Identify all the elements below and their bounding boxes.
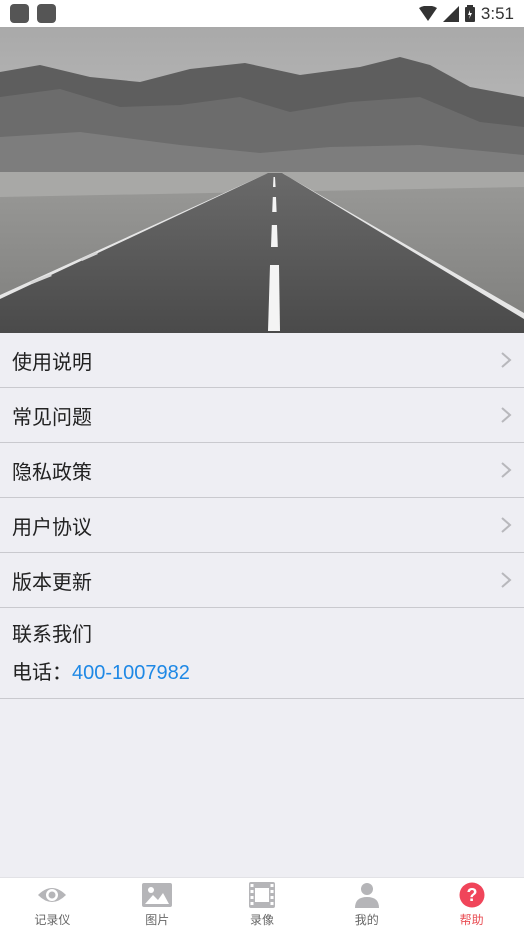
chevron-right-icon (501, 407, 512, 423)
contact-title: 联系我们 (12, 622, 92, 646)
contact-section: 联系我们 电话：400-1007982 (0, 608, 524, 699)
chevron-right-icon (501, 352, 512, 368)
eye-icon (37, 882, 67, 908)
system-icons: 3:51 (418, 3, 514, 24)
menu-item-privacy-policy[interactable]: 隐私政策 (0, 443, 524, 498)
menu-item-user-agreement[interactable]: 用户协议 (0, 498, 524, 553)
help-icon: ? (457, 882, 487, 908)
menu-item-label: 使用说明 (12, 349, 92, 374)
notification-icons (10, 4, 56, 23)
tab-videos[interactable]: 录像 (210, 878, 315, 932)
notification-icon (10, 4, 29, 23)
banner-image (0, 27, 524, 333)
svg-text:?: ? (466, 885, 477, 905)
chevron-right-icon (501, 462, 512, 478)
tab-label: 图片 (145, 913, 170, 927)
menu-item-label: 版本更新 (12, 569, 92, 594)
wifi-icon (418, 5, 437, 21)
tab-label: 我的 (354, 913, 379, 927)
chevron-right-icon (501, 572, 512, 588)
menu-item-faq[interactable]: 常见问题 (0, 388, 524, 443)
chevron-right-icon (501, 517, 512, 533)
tab-label: 记录仪 (34, 913, 71, 927)
menu-item-label: 隐私政策 (12, 459, 92, 484)
notification-icon (37, 4, 56, 23)
film-icon (247, 882, 277, 908)
tab-label: 录像 (249, 913, 274, 927)
contact-phone: 电话：400-1007982 (12, 658, 512, 687)
status-bar: 3:51 (0, 0, 524, 27)
image-icon (142, 882, 173, 908)
phone-prefix: 电话： (12, 660, 72, 684)
menu-item-version-update[interactable]: 版本更新 (0, 553, 524, 608)
menu-item-label: 常见问题 (12, 404, 92, 429)
tab-label: 帮助 (459, 913, 484, 927)
menu-item-label: 用户协议 (12, 514, 92, 539)
person-icon (352, 882, 382, 908)
tab-mine[interactable]: 我的 (314, 878, 419, 932)
tab-recorder[interactable]: 记录仪 (0, 878, 105, 932)
menu-item-instructions[interactable]: 使用说明 (0, 333, 524, 388)
tab-pictures[interactable]: 图片 (105, 878, 210, 932)
battery-icon (464, 5, 475, 22)
bottom-nav: 记录仪 图片 录像 我的 ? 帮助 (0, 877, 524, 932)
signal-icon (442, 5, 459, 22)
help-menu: 使用说明 常见问题 隐私政策 用户协议 版本更新 联系我们 电话：400-100… (0, 333, 524, 699)
phone-number-link[interactable]: 400-1007982 (72, 662, 190, 684)
clock: 3:51 (480, 3, 514, 23)
tab-help[interactable]: ? 帮助 (419, 878, 524, 932)
